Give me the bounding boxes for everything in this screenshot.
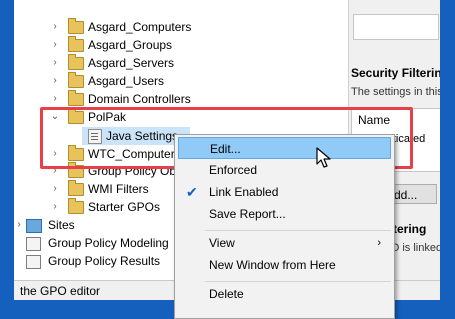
modeling-icon: [26, 237, 41, 251]
tree-item-label: Domain Controllers: [88, 92, 191, 106]
menu-item-label: Delete: [209, 287, 244, 301]
chevron-right-icon[interactable]: ›: [50, 54, 60, 72]
tree-item[interactable]: › Asgard_Users: [14, 72, 348, 90]
menu-item-label: Link Enabled: [209, 185, 279, 199]
checkmark-icon: ✔: [186, 184, 198, 200]
tree-item-label: WMI Filters: [88, 182, 149, 196]
chevron-right-icon[interactable]: ›: [50, 145, 60, 163]
tree-item-label: Asgard_Groups: [88, 38, 173, 52]
tree-item-label: Group Policy Modeling: [48, 236, 169, 250]
menu-item-label: New Window from Here: [209, 258, 336, 272]
tree-item-label: Asgard_Users: [88, 74, 165, 88]
tree-item-label: Asgard_Computers: [88, 20, 192, 34]
folder-icon: [68, 108, 84, 124]
folder-icon: [68, 180, 84, 196]
status-text: the GPO editor: [20, 284, 101, 298]
folder-icon: [68, 54, 84, 70]
tree-item-label: Group Policy Ob: [88, 164, 177, 178]
chevron-right-icon[interactable]: ›: [50, 36, 60, 54]
menu-item-save-report[interactable]: Save Report...: [178, 203, 391, 225]
chevron-right-icon[interactable]: ›: [50, 72, 60, 90]
chevron-right-icon[interactable]: ›: [50, 18, 60, 36]
menu-item-view[interactable]: View ›: [178, 232, 391, 254]
chevron-right-icon[interactable]: ›: [50, 162, 60, 180]
chevron-right-icon[interactable]: ›: [50, 180, 60, 198]
security-filtering-title: Security Filtering: [351, 66, 440, 80]
menu-item-delete[interactable]: Delete: [178, 283, 391, 305]
folder-icon: [68, 90, 84, 106]
gpo-link-icon: [88, 129, 102, 144]
security-filtering-text: The settings in this: [351, 86, 440, 98]
menu-item-label: Edit...: [210, 142, 241, 156]
menu-item-enforced[interactable]: Enforced: [178, 159, 391, 181]
results-icon: [26, 255, 41, 269]
tree-item-label: Java Settings: [106, 129, 179, 143]
folder-icon: [68, 72, 84, 88]
folder-icon: [68, 162, 84, 178]
chevron-right-icon[interactable]: ›: [14, 216, 24, 234]
chevron-right-icon[interactable]: ›: [50, 198, 60, 216]
tree-item[interactable]: › Asgard_Computers: [14, 18, 348, 36]
menu-item-edit[interactable]: Edit...: [178, 137, 391, 159]
folder-icon: [68, 18, 84, 34]
tree-item-label: Starter GPOs: [88, 200, 161, 214]
tree-item-label: Group Policy Results: [48, 254, 161, 268]
tree-item-label: Sites: [48, 218, 75, 232]
folder-icon: [68, 198, 84, 214]
tree-item-label: PolPak: [88, 110, 127, 124]
menu-separator: [205, 281, 391, 282]
tree-item[interactable]: › Domain Controllers: [14, 90, 348, 108]
menu-item-link-enabled[interactable]: ✔ Link Enabled: [178, 181, 391, 203]
sites-icon: [26, 219, 42, 233]
tree-item[interactable]: › Asgard_Servers: [14, 54, 348, 72]
chevron-down-icon[interactable]: ⌄: [50, 108, 60, 126]
name-column-header[interactable]: Name: [358, 113, 390, 127]
menu-item-label: Enforced: [209, 163, 258, 177]
details-tab-area: [353, 14, 439, 40]
folder-icon: [68, 36, 84, 52]
tree-item[interactable]: › Asgard_Groups: [14, 36, 348, 54]
menu-item-new-window[interactable]: New Window from Here: [178, 254, 391, 276]
chevron-right-icon: ›: [377, 237, 381, 249]
context-menu: Edit... Enforced ✔ Link Enabled Save Rep…: [174, 134, 395, 319]
tree-item-label: Asgard_Servers: [88, 56, 175, 70]
tree-item-polpak[interactable]: ⌄ PolPak: [14, 108, 348, 126]
menu-item-label: Save Report...: [209, 207, 286, 221]
mouse-cursor-icon: [316, 147, 331, 168]
menu-item-label: View: [209, 236, 235, 250]
tree-item-label: WTC_Computers: [88, 147, 181, 161]
menu-separator: [205, 230, 391, 231]
folder-icon: [68, 145, 84, 161]
chevron-right-icon[interactable]: ›: [50, 90, 60, 108]
